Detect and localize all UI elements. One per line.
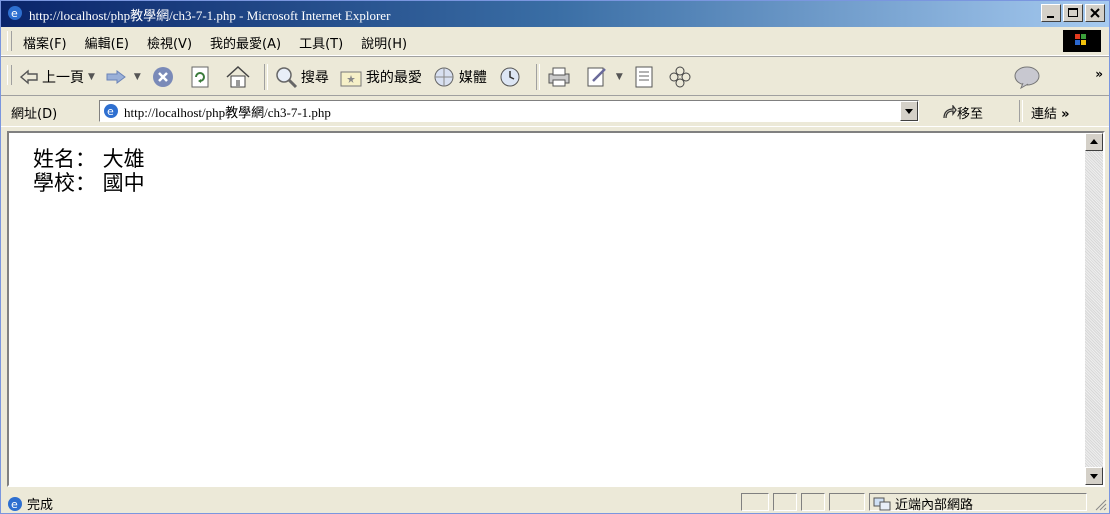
refresh-button[interactable] xyxy=(188,65,215,89)
ie-icon: e xyxy=(8,6,22,20)
intranet-zone-icon xyxy=(873,497,891,510)
close-icon xyxy=(1090,8,1100,18)
minimize-icon xyxy=(1047,16,1054,18)
address-dropdown-button[interactable] xyxy=(900,101,918,121)
back-arrow-icon xyxy=(19,69,38,85)
close-button[interactable] xyxy=(1085,4,1105,22)
scroll-up-button[interactable] xyxy=(1085,133,1103,151)
media-button[interactable]: 媒體 xyxy=(432,65,487,89)
toolbar-grip[interactable] xyxy=(7,65,12,85)
edit-dropdown-icon[interactable]: ▼ xyxy=(616,72,623,82)
browser-window: e http://localhost/php教學網/ch3-7-1.php - … xyxy=(0,0,1110,514)
menu-tools[interactable]: 工具(T) xyxy=(299,33,343,52)
history-button[interactable] xyxy=(497,65,526,89)
address-input[interactable] xyxy=(124,102,884,120)
toolbar-separator-2 xyxy=(535,64,540,90)
page-content[interactable]: 姓名： 大雄 學校： 國中 xyxy=(7,131,1105,487)
status-text: 完成 xyxy=(27,498,54,513)
zone-label: 近端內部網路 xyxy=(895,498,974,513)
forward-dropdown-icon[interactable]: ▼ xyxy=(134,72,141,82)
edit-button[interactable]: ▼ xyxy=(585,65,623,89)
standard-toolbar: 上一頁 ▼ ▼ 搜尋 我的最愛 媒體 ▼ » xyxy=(1,56,1109,96)
home-icon xyxy=(226,65,250,88)
toolbar-separator xyxy=(263,64,268,90)
windows-flag-icon xyxy=(1075,34,1086,45)
address-box[interactable]: e xyxy=(99,100,919,122)
links-button[interactable]: 連結 » xyxy=(1031,103,1070,122)
svg-text:e: e xyxy=(107,105,114,118)
media-icon xyxy=(434,67,454,87)
links-label: 連結 xyxy=(1031,107,1058,122)
discuss-button[interactable] xyxy=(633,65,658,89)
content-line-school: 學校： 國中 xyxy=(33,171,145,195)
go-label: 移至 xyxy=(957,107,984,122)
menu-favorites[interactable]: 我的最愛(A) xyxy=(210,33,281,52)
address-bar: 網址(D) e 移至 連結 » xyxy=(1,95,1109,127)
menu-view[interactable]: 檢視(V) xyxy=(147,33,192,52)
print-button[interactable] xyxy=(546,65,575,89)
status-bar: e 完成 近端內部網路 xyxy=(1,491,1109,513)
security-zone[interactable]: 近端內部網路 xyxy=(873,494,973,513)
scroll-down-icon xyxy=(1090,474,1098,479)
status-panel-3 xyxy=(801,493,825,511)
forward-button[interactable]: ▼ xyxy=(105,69,141,85)
search-icon xyxy=(276,67,297,89)
maximize-icon xyxy=(1068,8,1078,17)
favorites-folder-icon xyxy=(340,71,362,87)
search-button[interactable]: 搜尋 xyxy=(274,65,329,89)
minimize-button[interactable] xyxy=(1041,4,1061,22)
go-button[interactable]: 移至 xyxy=(941,103,983,122)
status-panel-2 xyxy=(773,493,797,511)
status-panel-4 xyxy=(829,493,865,511)
maximize-button[interactable] xyxy=(1063,4,1083,22)
dropdown-arrow-icon xyxy=(905,109,913,114)
chat-bubble-icon xyxy=(1014,66,1040,90)
content-line-name: 姓名： 大雄 xyxy=(33,147,145,171)
stop-icon xyxy=(152,67,173,87)
back-dropdown-icon[interactable]: ▼ xyxy=(88,72,95,82)
address-label: 網址(D) xyxy=(11,107,58,122)
links-chevron-icon: » xyxy=(1061,107,1070,122)
favorites-button[interactable]: 我的最愛 xyxy=(339,66,422,88)
menu-help[interactable]: 說明(H) xyxy=(361,33,407,52)
page-text: 姓名： 大雄 學校： 國中 xyxy=(33,147,145,195)
scroll-up-icon xyxy=(1090,139,1098,144)
menu-bar: 檔案(F) 編輯(E) 檢視(V) 我的最愛(A) 工具(T) 說明(H) xyxy=(1,27,1109,56)
menu-grip[interactable] xyxy=(7,31,12,51)
status-panel-1 xyxy=(741,493,769,511)
svg-text:e: e xyxy=(11,7,18,20)
home-button[interactable] xyxy=(225,65,254,89)
search-label: 搜尋 xyxy=(300,70,329,86)
windows-logo xyxy=(1063,30,1101,52)
window-title: http://localhost/php教學網/ch3-7-1.php - Mi… xyxy=(29,8,391,23)
title-bar[interactable]: e http://localhost/php教學網/ch3-7-1.php - … xyxy=(1,1,1109,27)
menu-file[interactable]: 檔案(F) xyxy=(23,33,67,52)
resize-grip-icon[interactable] xyxy=(1093,497,1107,511)
toolbar-chevron-icon[interactable]: » xyxy=(1095,67,1103,81)
svg-text:e: e xyxy=(11,498,18,511)
forward-arrow-icon xyxy=(106,70,126,84)
menu-edit[interactable]: 編輯(E) xyxy=(85,33,129,52)
links-separator xyxy=(1019,100,1023,122)
refresh-icon xyxy=(191,66,209,88)
printer-icon xyxy=(548,67,570,87)
flower-icon xyxy=(669,66,691,88)
back-button[interactable]: 上一頁 ▼ xyxy=(19,67,95,87)
go-arrow-icon xyxy=(943,104,957,118)
document-icon xyxy=(635,66,653,88)
stop-button[interactable] xyxy=(151,65,178,89)
favorites-label: 我的最愛 xyxy=(365,70,422,86)
done-page-icon: e xyxy=(8,496,22,511)
messenger-button[interactable] xyxy=(668,65,695,89)
history-icon xyxy=(500,67,520,87)
scroll-down-button[interactable] xyxy=(1085,467,1103,485)
media-label: 媒體 xyxy=(458,70,487,86)
messenger-bubble-button[interactable] xyxy=(1013,65,1041,93)
edit-page-icon xyxy=(587,67,606,87)
back-label: 上一頁 xyxy=(42,70,84,86)
vertical-scrollbar[interactable] xyxy=(1085,133,1103,485)
page-ie-icon: e xyxy=(104,104,118,118)
